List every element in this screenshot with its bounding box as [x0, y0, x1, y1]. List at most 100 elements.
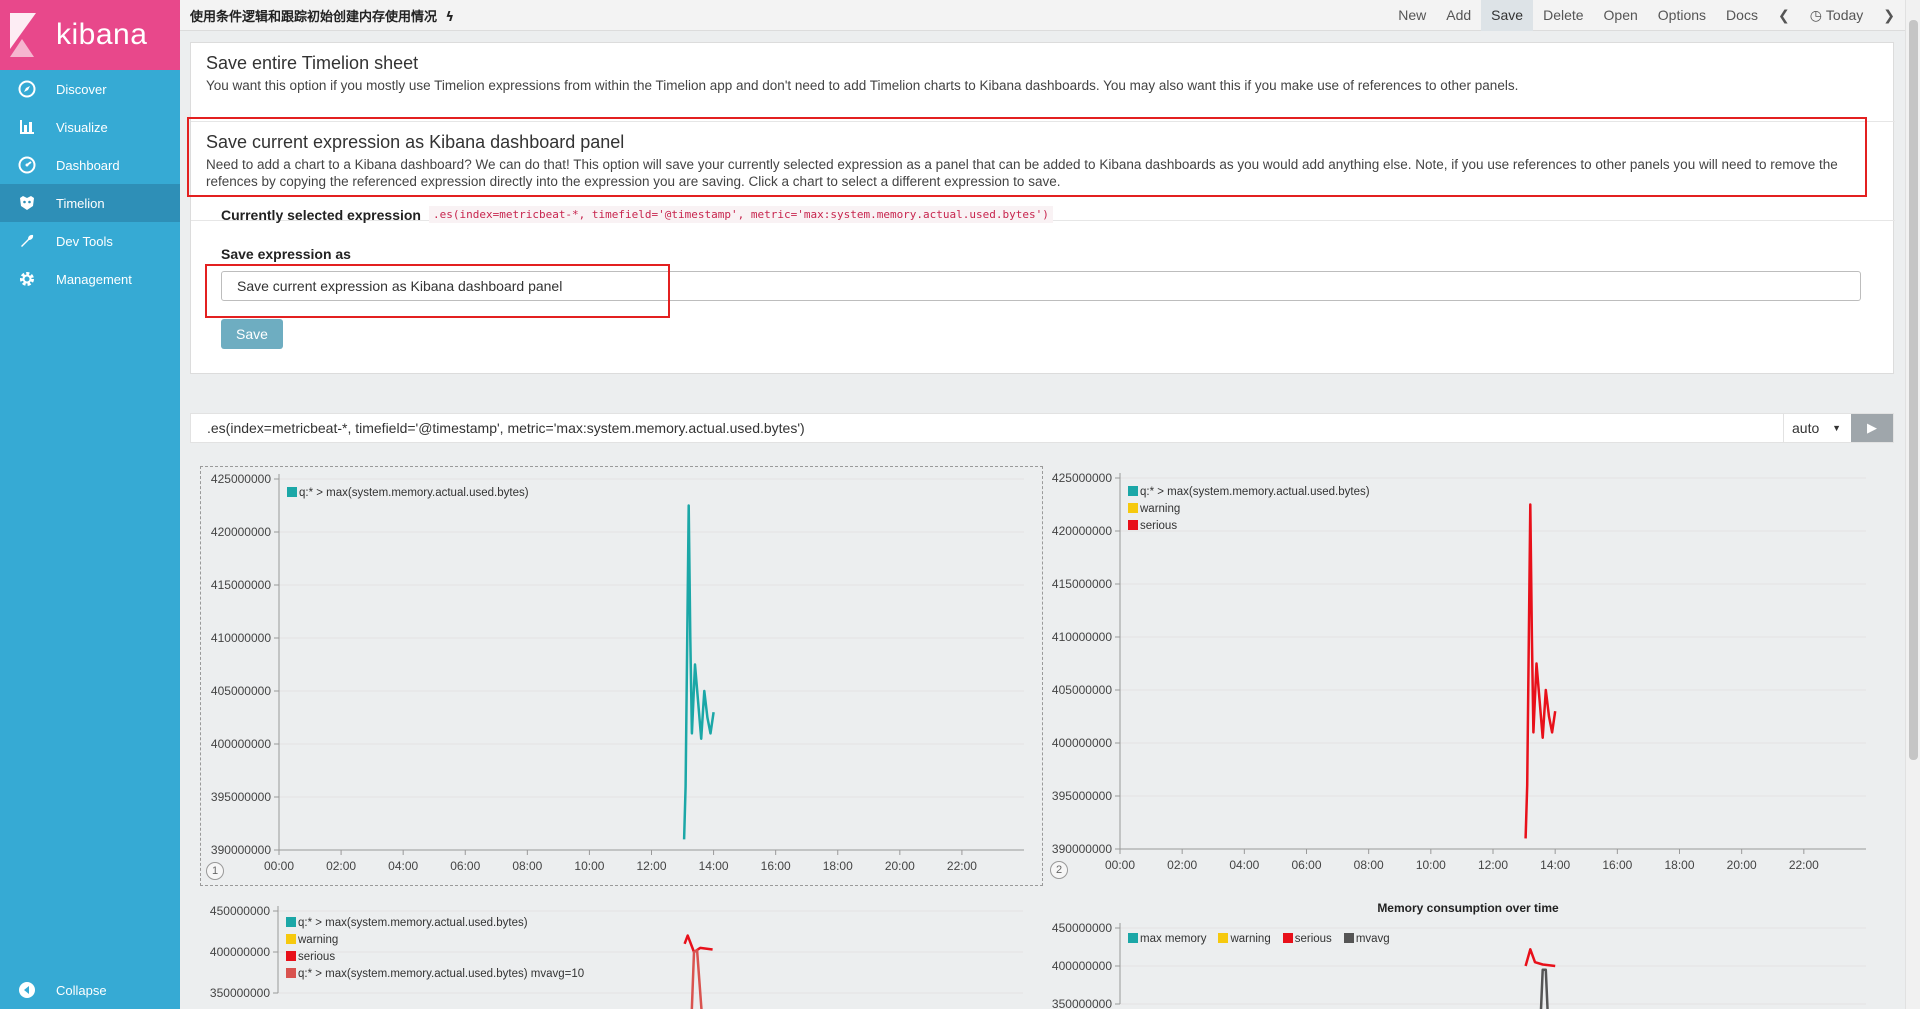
legend-item[interactable]: warning: [1128, 501, 1370, 518]
menu-save[interactable]: Save: [1481, 0, 1534, 31]
chart-4-title: Memory consumption over time: [1377, 901, 1559, 915]
chart-panel-3[interactable]: 450000000 400000000 350000000 q:* > max(sy…: [200, 896, 1043, 1009]
save-button[interactable]: Save: [221, 319, 283, 349]
sidebar-item-dev-tools[interactable]: Dev Tools: [0, 222, 180, 260]
y-tick-label: 400000000: [1052, 736, 1112, 750]
y-tick-label: 400000000: [210, 945, 270, 959]
chart-1-svg: 425000000 420000000 415000000 410000000 4050…: [211, 472, 1024, 873]
save-sheet-option[interactable]: Save entire Timelion sheet You want this…: [191, 43, 1893, 94]
time-label: Today: [1825, 7, 1864, 23]
expression-bar: auto ▼ ▶: [190, 413, 1894, 443]
sidebar-footer: Collapse: [0, 971, 180, 1009]
y-tick-label: 400000000: [211, 737, 271, 751]
legend-item[interactable]: serious: [286, 949, 584, 966]
menu-docs[interactable]: Docs: [1716, 0, 1768, 31]
sidebar-item-timelion[interactable]: Timelion: [0, 184, 180, 222]
chart-panel-1[interactable]: 425000000 420000000 415000000 410000000 4050…: [200, 466, 1043, 886]
chart-4-legend: max memory warning serious mvavg: [1128, 931, 1390, 948]
menu-delete[interactable]: Delete: [1533, 0, 1593, 31]
y-tick-label: 390000000: [211, 843, 271, 857]
top-menu: New Add Save Delete Open Options Docs ❮ …: [1388, 0, 1905, 31]
menu-add[interactable]: Add: [1436, 0, 1481, 31]
sidebar: kibana Discover Visualize Dashboard Time…: [0, 0, 180, 1009]
expression-input[interactable]: [191, 414, 1781, 442]
bar-chart-icon: [16, 116, 38, 138]
menu-open[interactable]: Open: [1594, 0, 1648, 31]
kibana-logo-icon: [10, 13, 36, 57]
legend-item[interactable]: warning: [1218, 931, 1271, 948]
legend-label: serious: [1140, 520, 1178, 532]
y-tick-label: 425000000: [211, 472, 271, 486]
timelion-icon: [16, 192, 38, 214]
legend-swatch: [1128, 503, 1138, 513]
time-next-button[interactable]: ❯: [1873, 0, 1905, 31]
kibana-logo-text: kibana: [56, 18, 148, 51]
wrench-icon: [16, 230, 38, 252]
legend-label: serious: [298, 951, 336, 963]
time-picker-button[interactable]: ◷ Today: [1800, 0, 1874, 31]
chart-3-legend: q:* > max(system.memory.actual.used.byte…: [286, 915, 584, 983]
chart-panel-2[interactable]: 425000000 420000000 415000000 410000000 4050…: [1046, 466, 1890, 886]
legend-item[interactable]: mvavg: [1343, 931, 1390, 948]
x-tick-label: 12:00: [1478, 858, 1508, 872]
series-line: [1524, 503, 1557, 839]
sidebar-item-management[interactable]: Management: [0, 260, 180, 298]
legend-label: q:* > max(system.memory.actual.used.byte…: [299, 487, 529, 499]
scrollbar-thumb[interactable]: [1909, 20, 1918, 760]
sidebar-item-label: Management: [56, 271, 132, 287]
sidebar-item-discover[interactable]: Discover: [0, 70, 180, 108]
legend-item[interactable]: q:* > max(system.memory.actual.used.byte…: [1128, 484, 1370, 501]
menu-new[interactable]: New: [1388, 0, 1436, 31]
kibana-logo[interactable]: kibana: [0, 0, 180, 70]
legend-item[interactable]: warning: [286, 932, 584, 949]
sidebar-item-dashboard[interactable]: Dashboard: [0, 146, 180, 184]
legend-item[interactable]: q:* > max(system.memory.actual.used.byte…: [287, 485, 529, 502]
legend-swatch: [286, 968, 296, 978]
compass-icon: [16, 78, 38, 100]
legend-label: q:* > max(system.memory.actual.used.byte…: [1140, 486, 1370, 498]
y-tick-label: 350000000: [1052, 997, 1112, 1009]
menu-options[interactable]: Options: [1648, 0, 1716, 31]
lightning-icon: ϟ: [445, 9, 455, 25]
legend-item[interactable]: serious: [1282, 931, 1332, 948]
series-line: [683, 934, 713, 954]
x-tick-label: 14:00: [1540, 858, 1570, 872]
run-button[interactable]: ▶: [1851, 414, 1893, 442]
y-tick-label: 390000000: [1052, 842, 1112, 856]
legend-swatch: [1128, 486, 1138, 496]
x-tick-label: 02:00: [1167, 858, 1197, 872]
chevron-right-icon: ❯: [1883, 6, 1895, 23]
y-tick-label: 410000000: [211, 631, 271, 645]
top-nav: 使用条件逻辑和跟踪初始创建内存使用情况 ϟ New Add Save Delet…: [180, 0, 1905, 31]
sidebar-item-visualize[interactable]: Visualize: [0, 108, 180, 146]
chart-panel-4[interactable]: 450000000 400000000 350000000 Memory consu…: [1046, 896, 1890, 1009]
legend-item[interactable]: serious: [1128, 518, 1370, 535]
collapse-label: Collapse: [56, 982, 107, 998]
interval-select[interactable]: auto ▼: [1783, 414, 1849, 442]
time-prev-button[interactable]: ❮: [1768, 0, 1800, 31]
y-tick-label: 400000000: [1052, 959, 1112, 973]
x-tick-label: 16:00: [1602, 858, 1632, 872]
legend-item[interactable]: q:* > max(system.memory.actual.used.byte…: [286, 915, 584, 932]
play-icon: ▶: [1867, 420, 1877, 435]
y-tick-label: 405000000: [1052, 683, 1112, 697]
series-line: [1524, 948, 1556, 968]
legend-label: max memory: [1140, 933, 1207, 945]
save-expression-description: Need to add a chart to a Kibana dashboar…: [206, 157, 1838, 189]
page-scrollbar[interactable]: [1905, 0, 1920, 1009]
dashboard-icon: [16, 154, 38, 176]
save-as-input[interactable]: [221, 271, 1861, 301]
sheet-title: 使用条件逻辑和跟踪初始创建内存使用情况 ϟ: [180, 6, 454, 25]
x-tick-label: 14:00: [699, 859, 729, 873]
sidebar-item-label: Dashboard: [56, 157, 120, 173]
x-tick-label: 20:00: [1727, 858, 1757, 872]
x-tick-label: 10:00: [574, 859, 604, 873]
x-tick-label: 16:00: [761, 859, 791, 873]
legend-item[interactable]: max memory: [1128, 931, 1206, 948]
collapse-button[interactable]: Collapse: [0, 971, 180, 1009]
legend-item[interactable]: q:* > max(system.memory.actual.used.byte…: [286, 966, 584, 983]
y-tick-label: 415000000: [1052, 577, 1112, 591]
save-sheet-description: You want this option if you mostly use T…: [206, 78, 1519, 93]
y-tick-label: 450000000: [1052, 921, 1112, 935]
series-line: [682, 504, 715, 840]
